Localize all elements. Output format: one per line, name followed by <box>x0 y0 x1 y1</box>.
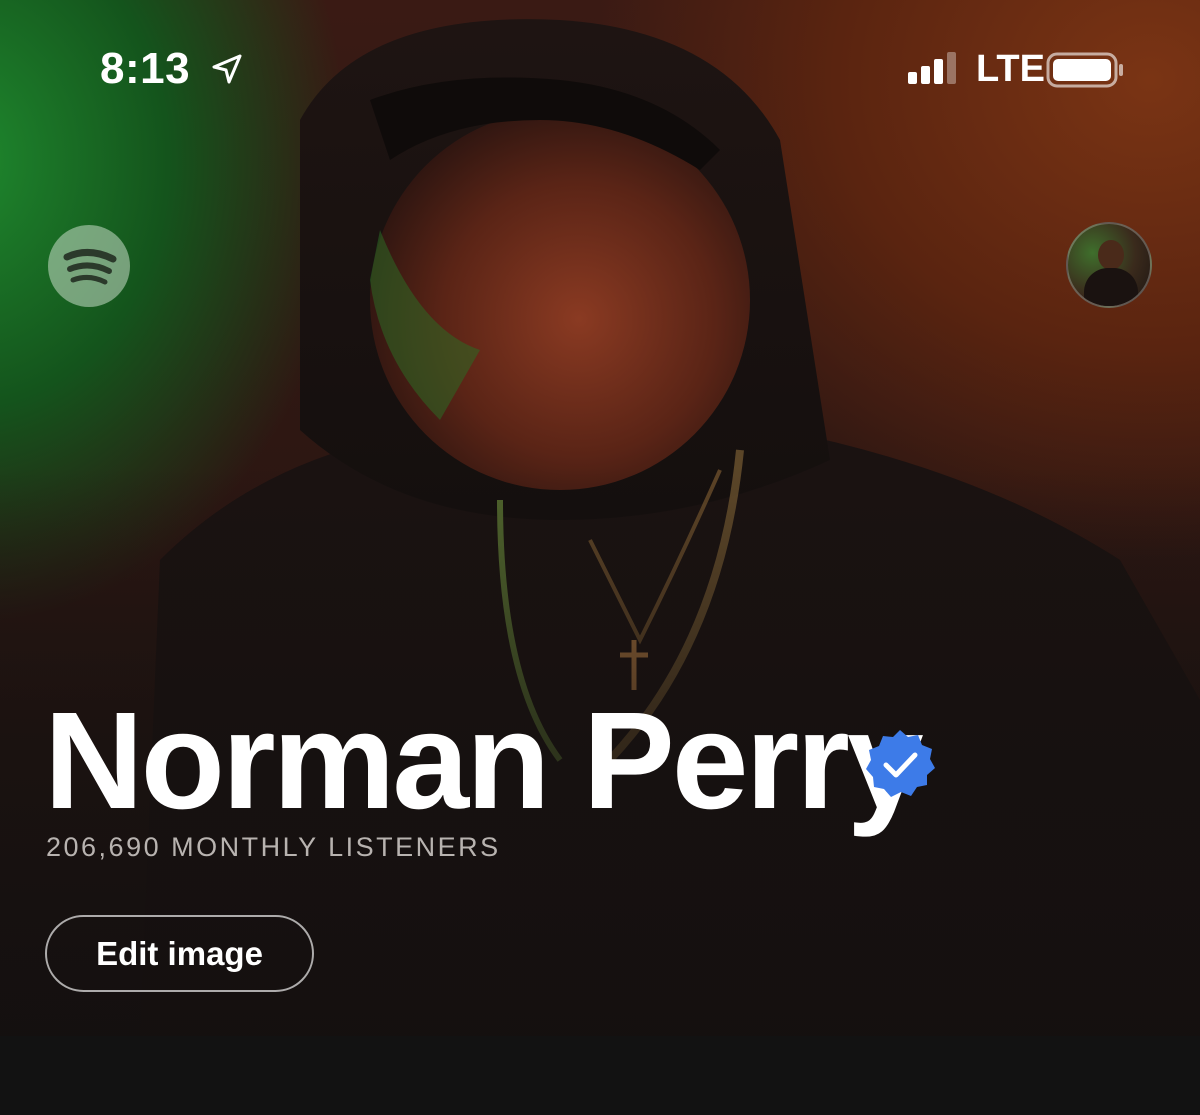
battery-icon <box>1046 52 1123 88</box>
artist-name: Norman Perry <box>44 684 924 838</box>
spotify-icon[interactable] <box>48 225 130 307</box>
edit-image-button[interactable]: Edit image <box>45 915 314 992</box>
content-area <box>0 1036 1200 1115</box>
verified-badge-icon <box>866 730 935 797</box>
network-label: LTE <box>976 48 1045 90</box>
status-time: 8:13 <box>100 44 191 93</box>
artist-header-image <box>0 0 1200 1036</box>
monthly-listeners: 206,690 MONTHLY LISTENERS <box>46 832 501 862</box>
profile-avatar[interactable] <box>1066 222 1152 308</box>
avatar-head-shape <box>1098 240 1124 270</box>
hero-gradient-overlay <box>0 0 1200 1036</box>
avatar-body-shape <box>1084 268 1138 306</box>
signal-bars-icon <box>908 52 956 84</box>
location-arrow-icon <box>212 54 242 84</box>
